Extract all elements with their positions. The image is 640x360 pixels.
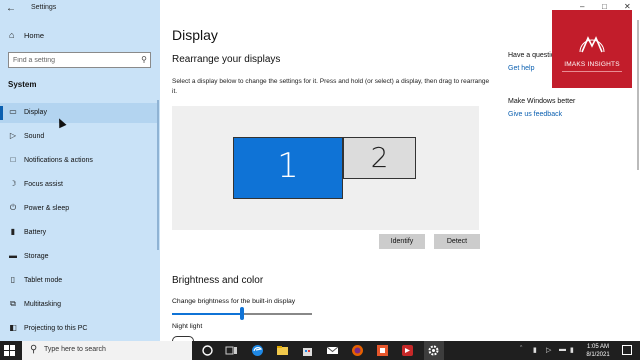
task-view-icon[interactable] <box>225 344 238 357</box>
home-label: Home <box>24 31 45 40</box>
back-arrow-icon[interactable]: ← <box>6 3 20 15</box>
sidebar-scrollbar[interactable] <box>157 100 159 250</box>
volume-icon[interactable]: ▷ <box>546 346 551 354</box>
sidebar-item-label: Power & sleep <box>24 205 70 212</box>
give-feedback-link[interactable]: Give us feedback <box>508 111 562 118</box>
sidebar-item-label: Sound <box>24 133 45 140</box>
sidebar-item-label: Battery <box>24 229 47 236</box>
section-label-system: System <box>8 80 37 89</box>
search-icon: ⚲ <box>30 344 38 355</box>
sidebar-item-notifications[interactable]: □ Notifications & actions <box>0 151 158 171</box>
find-setting-box[interactable]: ⚲ <box>8 52 151 68</box>
monitor-2-number: 2 <box>370 141 389 174</box>
home-icon: ⌂ <box>9 30 15 40</box>
clock-time: 1:05 AM <box>586 344 609 350</box>
monitor-1[interactable]: 1 <box>233 137 343 199</box>
logo-underline <box>562 71 622 72</box>
logo-brand-text: IMAKS INSIGHTS <box>564 61 620 68</box>
logo-mark-icon <box>579 36 605 53</box>
cortana-icon[interactable] <box>201 344 214 357</box>
office-app-icon[interactable] <box>376 344 389 357</box>
monitor-icon: ▭ <box>9 107 17 116</box>
sidebar-item-label: Multitasking <box>24 301 61 308</box>
rearrange-heading: Rearrange your displays <box>172 54 281 65</box>
monitor-1-number: 1 <box>277 146 299 186</box>
sidebar-item-power-sleep[interactable]: ⏻ Power & sleep <box>0 199 158 219</box>
brightness-label: Change brightness for the built-in displ… <box>172 298 296 305</box>
night-light-label: Night light <box>172 323 203 330</box>
moon-icon: ☽ <box>9 179 17 188</box>
sidebar-item-label: Display <box>24 109 47 116</box>
detect-button[interactable]: Detect <box>434 234 480 249</box>
identify-button[interactable]: Identify <box>379 234 425 249</box>
notification-icon: □ <box>10 155 16 164</box>
language-icon[interactable]: ▮ <box>570 346 574 354</box>
multitasking-icon: ⧉ <box>10 299 16 308</box>
help-question-heading: Have a questio <box>508 52 555 59</box>
sidebar-item-multitasking[interactable]: ⧉ Multitasking <box>0 295 158 315</box>
sidebar-item-label: Notifications & actions <box>24 157 93 164</box>
tablet-icon: ▯ <box>10 275 16 284</box>
search-icon[interactable]: ⚲ <box>141 54 147 66</box>
network-icon[interactable]: ▮ <box>533 346 537 354</box>
sidebar-item-label: Projecting to this PC <box>24 325 88 332</box>
sidebar-item-battery[interactable]: ▮ Battery <box>0 223 158 243</box>
battery-icon: ▮ <box>10 227 16 236</box>
system-clock[interactable]: 1:05 AM 8/1/2021 <box>580 343 616 359</box>
power-icon: ⏻ <box>9 203 17 212</box>
make-windows-better-heading: Make Windows better <box>508 98 576 105</box>
chevron-up-icon[interactable]: ˆ <box>520 346 522 353</box>
taskbar-search-placeholder: Type here to search <box>44 346 106 353</box>
mail-icon[interactable] <box>326 344 339 357</box>
settings-sidebar: ← Settings ⌂ Home ⚲ System ▭ Display ▷ S… <box>0 0 160 341</box>
taskbar-search-box[interactable]: ⚲ Type here to search <box>22 341 192 360</box>
brightness-heading: Brightness and color <box>172 275 264 286</box>
sidebar-item-tablet-mode[interactable]: ▯ Tablet mode <box>0 271 158 291</box>
sidebar-item-sound[interactable]: ▷ Sound <box>0 127 158 147</box>
sidebar-item-focus-assist[interactable]: ☽ Focus assist <box>0 175 158 195</box>
monitor-2[interactable]: 2 <box>343 137 416 179</box>
sidebar-item-label: Tablet mode <box>24 277 63 284</box>
media-app-icon[interactable] <box>401 344 414 357</box>
taskbar: ⚲ Type here to search ˆ ▮ ▷ ▬ ▮ 1:05 AM … <box>0 341 640 360</box>
firefox-icon[interactable] <box>351 344 364 357</box>
display-arrangement-area: 1 2 <box>172 106 479 230</box>
battery-tray-icon[interactable]: ▬ <box>559 346 566 353</box>
home-nav-item[interactable]: ⌂ Home <box>0 27 160 45</box>
app-title: Settings <box>31 4 57 11</box>
slider-fill <box>172 313 242 315</box>
projecting-icon: ◧ <box>9 323 17 332</box>
imaks-insights-logo: IMAKS INSIGHTS <box>552 10 632 88</box>
sidebar-item-storage[interactable]: ▬ Storage <box>0 247 158 267</box>
get-help-link[interactable]: Get help <box>508 65 534 72</box>
find-setting-input[interactable] <box>13 55 133 66</box>
storage-icon: ▬ <box>9 251 17 260</box>
speaker-icon: ▷ <box>9 131 17 140</box>
settings-gear-icon[interactable] <box>427 344 440 357</box>
sidebar-item-display[interactable]: ▭ Display <box>0 103 158 123</box>
clock-date: 8/1/2021 <box>586 352 610 358</box>
sidebar-item-label: Focus assist <box>24 181 63 188</box>
store-icon[interactable] <box>301 344 314 357</box>
page-title: Display <box>172 27 218 43</box>
main-scrollbar[interactable] <box>637 20 639 170</box>
title-bar: ← Settings <box>0 0 160 18</box>
sidebar-item-label: Storage <box>24 253 49 260</box>
file-explorer-icon[interactable] <box>276 344 289 357</box>
edge-browser-icon[interactable] <box>251 344 264 357</box>
slider-thumb[interactable] <box>240 307 244 320</box>
brightness-slider[interactable] <box>172 307 312 320</box>
rearrange-description: Select a display below to change the set… <box>172 78 490 95</box>
action-center-icon[interactable] <box>622 345 632 355</box>
sidebar-item-projecting[interactable]: ◧ Projecting to this PC <box>0 319 158 339</box>
windows-start-icon[interactable] <box>4 345 16 357</box>
